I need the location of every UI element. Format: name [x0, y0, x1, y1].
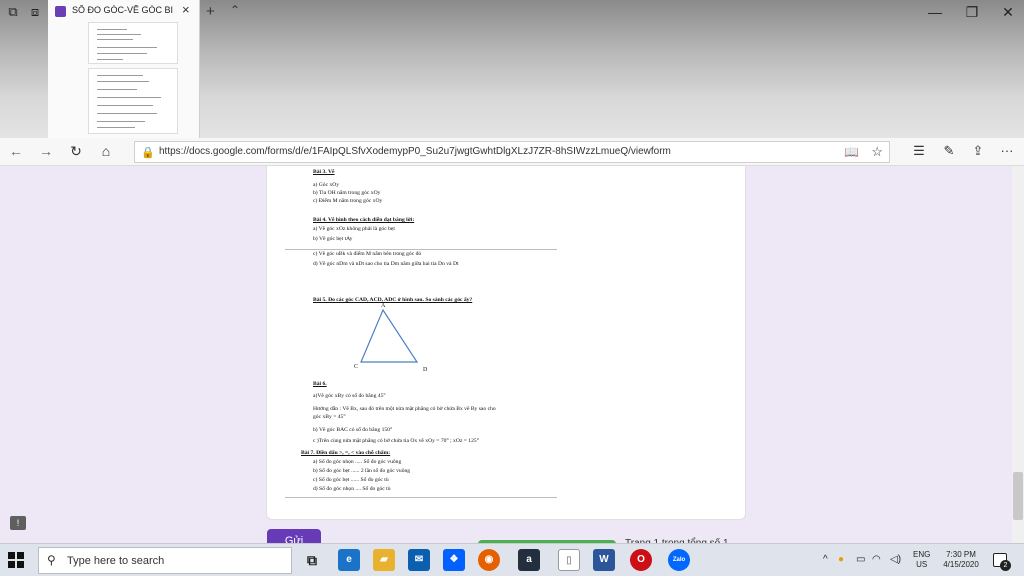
doc-line: Bài 4. Vẽ hình theo cách diễn đạt bằng l… [313, 217, 415, 223]
tab-preview-thumbnail-bottom [88, 68, 178, 134]
close-window-button[interactable]: ✕ [998, 4, 1018, 21]
new-tab-button[interactable]: + [206, 3, 215, 20]
tab-close-icon[interactable]: × [182, 2, 190, 17]
tab-title: SỐ ĐO GÓC-VẼ GÓC BI [72, 5, 174, 15]
notes-icon[interactable]: ✎ [940, 143, 958, 159]
reading-view-icon[interactable]: 📖 [844, 145, 859, 159]
windows-start-icon[interactable] [8, 552, 24, 568]
doc-line: c) Điểm M nằm trong góc xOy [313, 198, 383, 204]
doc-line: b) Tia OH nằm trong góc xOy [313, 190, 381, 196]
clock-time: 7:30 PM [946, 550, 976, 559]
opera-taskbar-icon[interactable]: O [630, 549, 652, 571]
page-content: Bài 3. Vẽ a) Góc xOy b) Tia OH nằm trong… [0, 166, 1024, 543]
tab-preview-thumbnail-top [88, 22, 178, 64]
amazon-taskbar-icon[interactable]: a [518, 549, 540, 571]
zalo-taskbar-icon[interactable]: Zalo [668, 549, 690, 571]
notification-count-badge: 2 [1000, 560, 1011, 571]
lock-icon: 🔒 [141, 147, 155, 159]
minimize-button[interactable]: — [925, 4, 945, 20]
search-icon: ⚲ [47, 553, 56, 567]
firefox-taskbar-icon[interactable]: ◉ [478, 549, 500, 571]
share-icon[interactable]: ⇪ [969, 143, 987, 159]
doc-line: b) Vẽ góc BAC có số đo bằng 150° [313, 427, 393, 433]
set-aside-tabs-icon[interactable]: ⧉ [5, 5, 21, 19]
doc-line: Bài 3. Vẽ [313, 169, 335, 175]
restore-button[interactable]: ❐ [962, 4, 982, 21]
triangle-label-c: C [354, 364, 358, 370]
tab-list-icon[interactable]: ⧈ [27, 5, 43, 19]
tab-preview-toggle-icon[interactable]: ⌃ [230, 3, 240, 17]
doc-line: c) Vẽ góc uBk và điểm M nằm bên trong gó… [313, 251, 422, 257]
search-placeholder: Type here to search [67, 555, 165, 567]
doc-line: a) Số đo góc nhọn ..... Số đo góc vuông [313, 459, 402, 465]
doc-line: c) Số đo góc bẹt ...... Số đo góc tù [313, 477, 389, 483]
doc-line: a) Góc xOy [313, 182, 340, 188]
wifi-icon[interactable]: ◠ [872, 554, 881, 565]
triangle-figure: A C D [354, 303, 428, 373]
dropbox-taskbar-icon[interactable]: ❖ [443, 549, 465, 571]
doc-line: góc xBy = 45° [313, 414, 346, 420]
doc-line: Bài 6. [313, 381, 327, 387]
section-divider [285, 497, 557, 498]
report-problem-icon[interactable]: ! [10, 516, 26, 530]
section-divider [285, 249, 557, 250]
url-text[interactable]: https://docs.google.com/forms/d/e/1FAIpQ… [159, 146, 671, 157]
input-language[interactable]: ENG US [913, 550, 930, 570]
doc-line: Hướng dẫn : Vẽ Bx, sau đó trên một nửa m… [313, 406, 496, 412]
file-explorer-taskbar-icon[interactable]: ▰ [373, 549, 395, 571]
back-button[interactable]: ← [6, 143, 26, 159]
taskbar-search-box[interactable]: ⚲ Type here to search [38, 547, 292, 574]
favorites-hub-icon[interactable]: ☰ [910, 143, 928, 159]
battery-icon[interactable]: ▭ [856, 554, 865, 565]
volume-icon[interactable]: ◁) [890, 554, 901, 565]
doc-line: a) Vẽ góc xOz không phải là góc bẹt [313, 226, 395, 232]
doc-line: c )Trên cùng nửa mặt phẳng có bờ chứa ti… [313, 438, 479, 444]
triangle-label-d: D [423, 367, 428, 373]
tab-strip: ⧉ ⧈ SỐ ĐO GÓC-VẼ GÓC BI × + ⌃ — ❐ ✕ [0, 0, 1024, 138]
antivirus-tray-icon[interactable]: ● [838, 554, 844, 565]
favorite-star-icon[interactable]: ☆ [871, 144, 883, 160]
doc-line: b) Số đo góc bẹt ...... 2 lần số đo góc … [313, 468, 411, 474]
home-button[interactable]: ⌂ [96, 143, 116, 159]
address-bar: ← → ↻ ⌂ 🔒 https://docs.google.com/forms/… [0, 138, 1024, 166]
google-forms-favicon-icon [55, 6, 66, 17]
forward-button[interactable]: → [36, 143, 56, 159]
word-taskbar-icon[interactable]: W [593, 549, 615, 571]
taskbar: ⚲ Type here to search ⧉ e ▰ ✉ ❖ ◉ a ▯ W O Zalo ^ … [0, 543, 1024, 576]
url-input[interactable]: 🔒 https://docs.google.com/forms/d/e/1FAI… [134, 141, 890, 163]
blank-document-taskbar-icon[interactable]: ▯ [558, 549, 580, 571]
doc-line: Bài 7. Điền dấu >, =, < vào chỗ chấm: [301, 450, 391, 456]
more-icon[interactable]: ··· [998, 143, 1016, 158]
doc-line: b) Vẽ góc bẹt tAy [313, 236, 353, 242]
embedded-document-image: Bài 3. Vẽ a) Góc xOy b) Tia OH nằm trong… [267, 166, 745, 519]
mail-taskbar-icon[interactable]: ✉ [408, 549, 430, 571]
task-view-icon[interactable]: ⧉ [301, 549, 323, 571]
triangle-label-a: A [381, 303, 386, 309]
active-tab[interactable]: SỐ ĐO GÓC-VẼ GÓC BI × [48, 0, 200, 138]
refresh-button[interactable]: ↻ [66, 143, 86, 160]
doc-line: d) Vẽ góc nDm và nDt sao cho tia Dm nằm … [313, 261, 459, 267]
edge-taskbar-icon[interactable]: e [338, 549, 360, 571]
tray-overflow-chevron-icon[interactable]: ^ [823, 554, 828, 565]
form-question-card: Bài 3. Vẽ a) Góc xOy b) Tia OH nằm trong… [266, 166, 746, 520]
system-clock[interactable]: 7:30 PM 4/15/2020 [940, 550, 982, 570]
clock-date: 4/15/2020 [943, 560, 979, 569]
scrollbar-thumb[interactable] [1013, 472, 1023, 520]
doc-line: d) Số đo góc nhọn .... Số đo góc tù [313, 486, 391, 492]
doc-line: a)Vẽ góc xBy có số đo bằng 45° [313, 393, 386, 399]
